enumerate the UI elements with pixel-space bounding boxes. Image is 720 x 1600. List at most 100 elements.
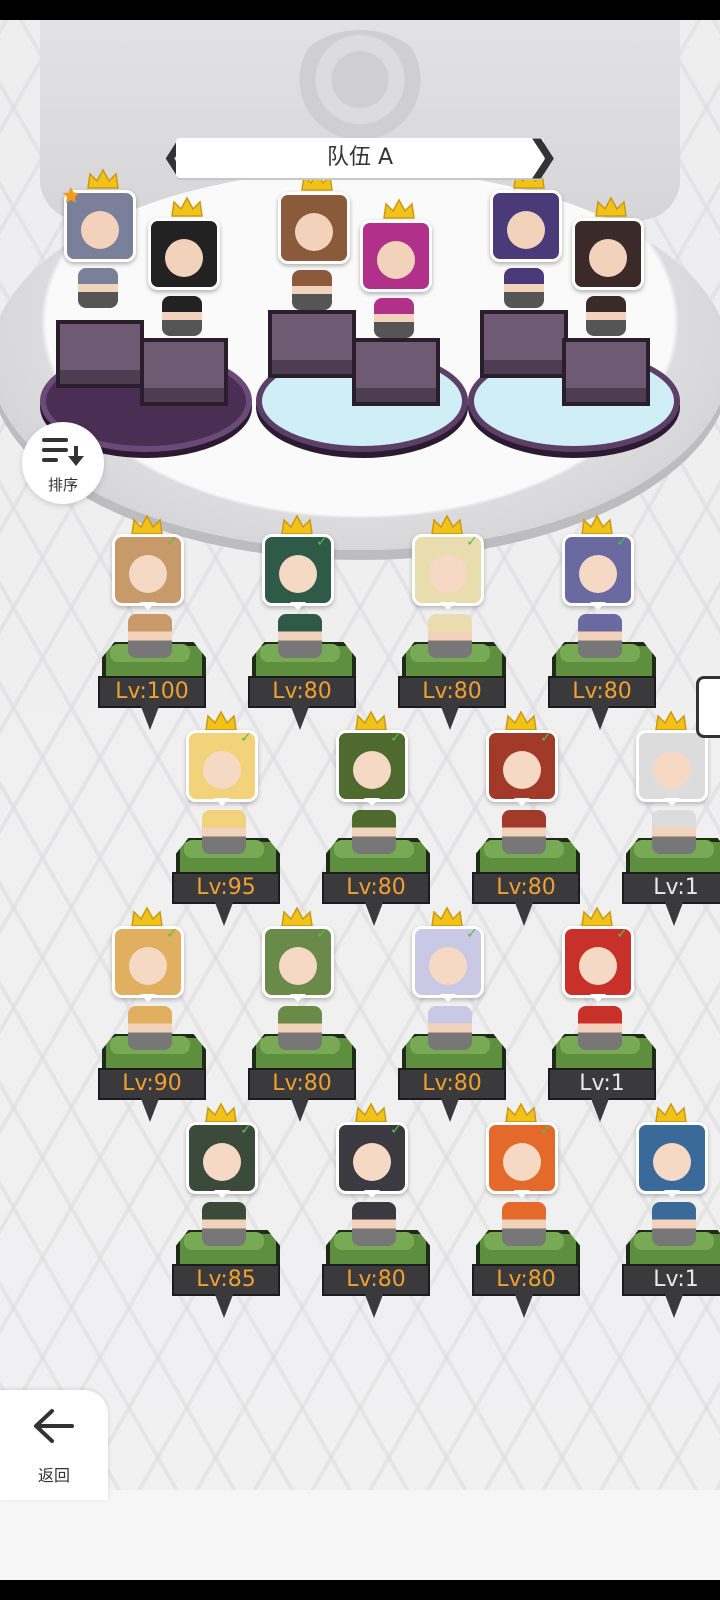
character-face: [377, 241, 415, 279]
character-face: [353, 1143, 391, 1181]
team-member-portrait[interactable]: [572, 218, 644, 290]
formation-block[interactable]: [562, 338, 650, 406]
character-face: [129, 555, 167, 593]
team-member-portrait[interactable]: [278, 192, 350, 264]
crown-icon: [130, 514, 164, 536]
team-member-sprite: [374, 298, 414, 338]
roster-character-card[interactable]: ✓ Lv:80: [396, 514, 506, 730]
roster-character-card[interactable]: ✓ Lv:80: [546, 514, 656, 730]
character-portrait[interactable]: [636, 1122, 708, 1194]
portrait-pointer: [664, 798, 680, 806]
character-sprite: [502, 1202, 546, 1246]
character-portrait[interactable]: [636, 730, 708, 802]
check-icon: ✓: [540, 1122, 552, 1138]
level-label: Lv:80: [548, 676, 656, 708]
character-sprite: [428, 614, 472, 658]
offscreen-roster-card[interactable]: [696, 676, 720, 738]
portrait-pointer: [140, 994, 156, 1002]
roster-character-card[interactable]: ✓ Lv:95: [170, 710, 280, 926]
check-icon: ✓: [316, 534, 328, 550]
character-face: [165, 239, 203, 277]
portrait-pointer: [140, 602, 156, 610]
portrait-pointer: [514, 798, 530, 806]
team-member-portrait[interactable]: [490, 190, 562, 262]
team-title-banner: 队伍 A: [176, 138, 544, 178]
roster-character-card[interactable]: ✓ Lv:80: [320, 1102, 430, 1318]
level-label: Lv:80: [322, 872, 430, 904]
formation-block[interactable]: [140, 338, 228, 406]
roster-character-card[interactable]: ✓ Lv:80: [246, 906, 356, 1122]
character-face: [507, 211, 545, 249]
roster-character-card[interactable]: Lv:1: [620, 1102, 720, 1318]
roster-character-card[interactable]: Lv:1: [620, 710, 720, 926]
pedestal-stem: [214, 1292, 234, 1318]
pedestal-stem: [590, 1096, 610, 1122]
team-member-sprite: [504, 268, 544, 308]
pedestal-stem: [514, 900, 534, 926]
team-member-portrait[interactable]: [148, 218, 220, 290]
roster-character-card[interactable]: ✓ Lv:80: [470, 710, 580, 926]
pedestal-stem: [290, 704, 310, 730]
crown-icon: [204, 710, 238, 732]
crown-icon: [130, 906, 164, 928]
roster-character-card[interactable]: ✓ Lv:80: [246, 514, 356, 730]
team-member-sprite: [78, 268, 118, 308]
back-label: 返回: [37, 1466, 70, 1485]
team-member-portrait[interactable]: [360, 220, 432, 292]
portrait-pointer: [364, 1190, 380, 1198]
roster-character-card[interactable]: ✓ Lv:80: [470, 1102, 580, 1318]
crown-icon: [354, 710, 388, 732]
arena-emblem: [290, 30, 430, 140]
crown-icon: [280, 514, 314, 536]
pedestal-stem: [514, 1292, 534, 1318]
check-icon: ✓: [466, 534, 478, 550]
character-face: [429, 555, 467, 593]
check-icon: ✓: [316, 926, 328, 942]
sort-button[interactable]: 排序: [22, 422, 104, 504]
formation-block[interactable]: [352, 338, 440, 406]
check-icon: ✓: [466, 926, 478, 942]
character-face: [203, 751, 241, 789]
character-face: [503, 1143, 541, 1181]
portrait-pointer: [214, 1190, 230, 1198]
crown-icon: [204, 1102, 238, 1124]
formation-block[interactable]: [480, 310, 568, 378]
crown-icon: [86, 168, 120, 190]
formation-block[interactable]: [268, 310, 356, 378]
crown-icon: [354, 1102, 388, 1124]
back-button[interactable]: 返回: [0, 1390, 108, 1500]
level-label: Lv:1: [622, 1264, 720, 1296]
status-bar: [0, 0, 720, 20]
roster-character-card[interactable]: ✓ Lv:1: [546, 906, 656, 1122]
pedestal-stem: [440, 1096, 460, 1122]
team-title: 队伍 A: [326, 145, 394, 170]
character-face: [429, 947, 467, 985]
character-face: [653, 751, 691, 789]
team-member-sprite: [162, 296, 202, 336]
roster-character-card[interactable]: ✓ Lv:80: [396, 906, 506, 1122]
portrait-pointer: [514, 1190, 530, 1198]
crown-icon: [382, 198, 416, 220]
roster-character-card[interactable]: ✓ Lv:90: [96, 906, 206, 1122]
roster-character-card[interactable]: ✓ Lv:85: [170, 1102, 280, 1318]
roster-character-card[interactable]: ✓ Lv:100: [96, 514, 206, 730]
check-icon: ✓: [616, 534, 628, 550]
formation-block[interactable]: [56, 320, 144, 388]
arrow-left-icon: [34, 1409, 74, 1443]
pedestal-stem: [214, 900, 234, 926]
crown-icon: [504, 710, 538, 732]
character-face: [129, 947, 167, 985]
check-icon: ✓: [240, 1122, 252, 1138]
character-face: [203, 1143, 241, 1181]
team-member-sprite: [292, 270, 332, 310]
level-label: Lv:80: [398, 1068, 506, 1100]
chevron-right-icon[interactable]: ❯: [526, 134, 560, 182]
check-icon: ✓: [390, 1122, 402, 1138]
team-formation-screen: ❮ 队伍 A ❯ 排序 ✓Lv:100✓Lv:80✓Lv:80✓Lv:80✓Lv…: [0, 20, 720, 1580]
character-sprite: [128, 614, 172, 658]
roster-character-card[interactable]: ✓ Lv:80: [320, 710, 430, 926]
level-label: Lv:80: [472, 1264, 580, 1296]
character-face: [503, 751, 541, 789]
crown-icon: [580, 514, 614, 536]
level-label: Lv:80: [322, 1264, 430, 1296]
